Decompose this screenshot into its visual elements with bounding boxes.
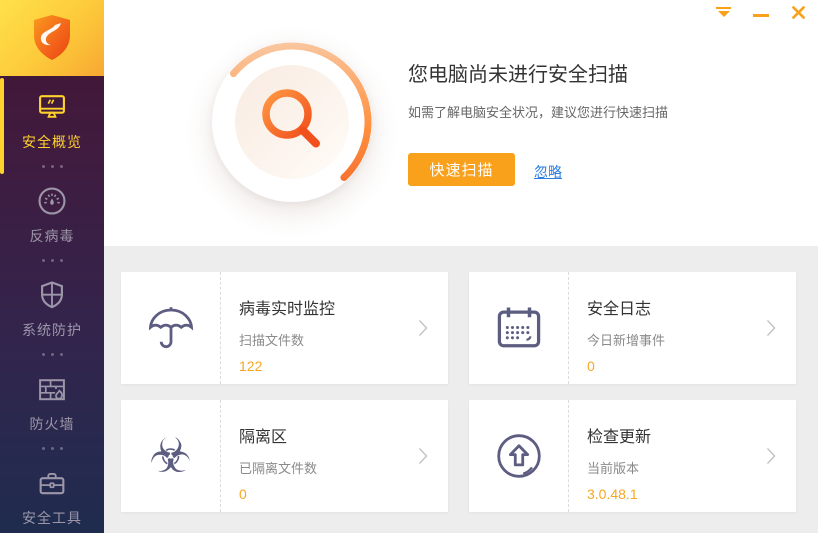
sidebar-item-antivirus[interactable]: 反病毒 bbox=[0, 175, 104, 251]
app-window: 安全概览 反病毒 系统防护 防火墙 安全工具 您电脑尚未进行安全扫描 如需了解电… bbox=[0, 0, 818, 533]
nav-separator-dots bbox=[41, 157, 63, 175]
chevron-right-icon bbox=[766, 447, 776, 465]
card-text: 检查更新 当前版本 3.0.48.1 bbox=[569, 400, 796, 512]
card-title: 病毒实时监控 bbox=[239, 301, 336, 318]
close-icon bbox=[792, 5, 805, 19]
chevron-right-icon bbox=[418, 447, 428, 465]
card-realtime-monitor[interactable]: 病毒实时监控 扫描文件数 122 bbox=[121, 272, 448, 384]
menu-dropdown-icon bbox=[716, 6, 731, 18]
card-icon-cell bbox=[469, 272, 569, 384]
quick-scan-button[interactable]: 快速扫描 bbox=[408, 153, 515, 186]
sidebar-item-system-protection[interactable]: 系统防护 bbox=[0, 269, 104, 345]
minimize-button[interactable] bbox=[753, 8, 769, 17]
sidebar-item-label: 反病毒 bbox=[29, 228, 75, 244]
card-security-log[interactable]: 安全日志 今日新增事件 0 bbox=[469, 272, 796, 384]
sidebar-nav: 安全概览 反病毒 系统防护 防火墙 安全工具 bbox=[0, 76, 104, 533]
card-text: 安全日志 今日新增事件 0 bbox=[569, 272, 796, 384]
hero-actions: 快速扫描 忽略 bbox=[408, 153, 668, 186]
sidebar-item-label: 系统防护 bbox=[22, 322, 82, 338]
sidebar-item-firewall[interactable]: 防火墙 bbox=[0, 363, 104, 439]
card-text: 病毒实时监控 扫描文件数 122 bbox=[221, 272, 448, 384]
sidebar-item-security-tools[interactable]: 安全工具 bbox=[0, 457, 104, 533]
nav-separator-dots bbox=[41, 251, 63, 269]
shield-logo-icon bbox=[34, 15, 70, 60]
minimize-icon bbox=[753, 13, 769, 17]
card-icon-cell bbox=[121, 272, 221, 384]
main-area: 您电脑尚未进行安全扫描 如需了解电脑安全状况，建议您进行快速扫描 快速扫描 忽略 bbox=[104, 0, 818, 533]
card-check-update[interactable]: 检查更新 当前版本 3.0.48.1 bbox=[469, 400, 796, 512]
card-title: 安全日志 bbox=[587, 301, 652, 318]
card-value: 122 bbox=[239, 358, 263, 374]
card-text: 隔离区 已隔离文件数 0 bbox=[221, 400, 448, 512]
card-subtitle: 今日新增事件 bbox=[587, 333, 666, 348]
monitor-icon bbox=[39, 95, 65, 118]
card-icon-cell bbox=[469, 400, 569, 512]
status-cards-grid: 病毒实时监控 扫描文件数 122 安全日志 今日新增事件 0 ☣ 隔离区 已隔离… bbox=[104, 246, 818, 533]
sidebar-item-security-overview[interactable]: 安全概览 bbox=[0, 78, 104, 174]
card-title: 检查更新 bbox=[587, 429, 652, 446]
firewall-icon bbox=[39, 379, 65, 401]
ignore-link[interactable]: 忽略 bbox=[534, 162, 562, 182]
gauge-icon bbox=[38, 187, 66, 215]
shield-cross-icon bbox=[41, 281, 63, 309]
card-subtitle: 当前版本 bbox=[587, 461, 640, 476]
nav-separator-dots bbox=[41, 345, 63, 363]
sidebar: 安全概览 反病毒 系统防护 防火墙 安全工具 bbox=[0, 0, 104, 533]
window-controls bbox=[716, 2, 806, 22]
hero-section: 您电脑尚未进行安全扫描 如需了解电脑安全状况，建议您进行快速扫描 快速扫描 忽略 bbox=[104, 0, 818, 246]
card-value: 0 bbox=[587, 358, 595, 374]
nav-separator-dots bbox=[41, 439, 63, 457]
chevron-right-icon bbox=[766, 319, 776, 337]
main-menu-button[interactable] bbox=[716, 6, 731, 18]
card-subtitle: 已隔离文件数 bbox=[239, 461, 318, 476]
toolbox-icon bbox=[39, 473, 65, 495]
scan-status-circle bbox=[212, 42, 372, 202]
app-logo bbox=[0, 0, 104, 76]
sidebar-item-label: 安全工具 bbox=[22, 510, 82, 526]
update-icon bbox=[496, 434, 541, 478]
card-value: 3.0.48.1 bbox=[587, 486, 638, 502]
hero-subtitle: 如需了解电脑安全状况，建议您进行快速扫描 bbox=[408, 105, 669, 120]
sidebar-item-label: 安全概览 bbox=[22, 134, 82, 150]
calendar-icon bbox=[497, 307, 540, 348]
card-title: 隔离区 bbox=[239, 429, 288, 446]
chevron-right-icon bbox=[418, 319, 428, 337]
hero-title: 您电脑尚未进行安全扫描 bbox=[408, 64, 628, 86]
umbrella-icon bbox=[148, 307, 193, 348]
card-subtitle: 扫描文件数 bbox=[239, 333, 305, 348]
card-icon-cell: ☣ bbox=[121, 400, 221, 512]
hero-text-block: 您电脑尚未进行安全扫描 如需了解电脑安全状况，建议您进行快速扫描 快速扫描 忽略 bbox=[408, 62, 668, 186]
sidebar-item-label: 防火墙 bbox=[29, 416, 75, 432]
close-button[interactable] bbox=[791, 5, 806, 20]
card-quarantine[interactable]: ☣ 隔离区 已隔离文件数 0 bbox=[121, 400, 448, 512]
card-value: 0 bbox=[239, 486, 247, 502]
biohazard-icon: ☣ bbox=[148, 428, 193, 484]
magnifier-icon bbox=[262, 89, 320, 148]
